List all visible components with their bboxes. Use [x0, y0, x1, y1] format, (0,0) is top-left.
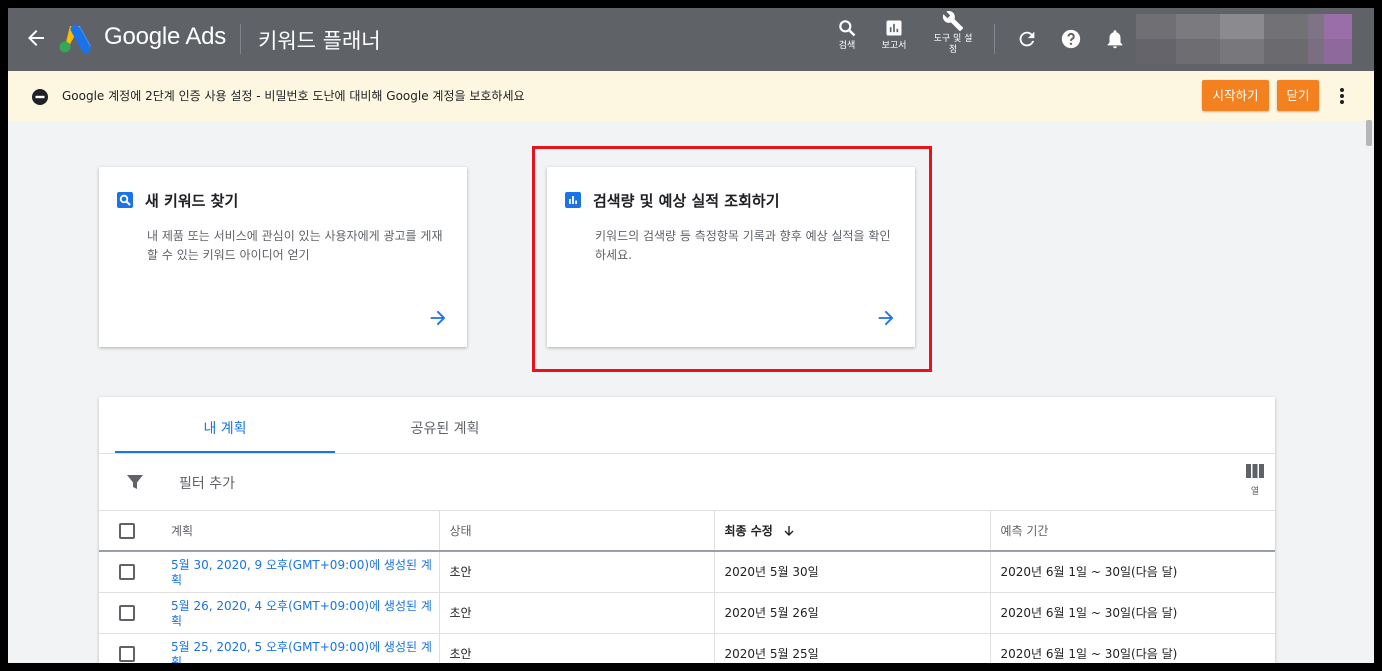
column-header-forecast-period[interactable]: 예측 기간 — [989, 511, 1275, 552]
reports-icon — [886, 20, 902, 36]
header-separator — [994, 24, 995, 54]
filter-icon[interactable] — [126, 473, 144, 491]
plan-name-link[interactable]: 5월 26, 2020, 4 오후(GMT+09:00)에 생성된 계획 — [171, 592, 439, 634]
columns-label: 열 — [1250, 487, 1260, 497]
google-ads-logo — [59, 24, 91, 54]
search-volume-forecast-card[interactable]: 검색량 및 예상 실적 조회하기 키워드의 검색량 등 측정항목 기록과 향후 … — [547, 167, 915, 347]
arrow-forward-icon[interactable] — [427, 307, 449, 329]
columns-button[interactable]: 열 — [1237, 463, 1273, 503]
header-divider — [240, 24, 241, 54]
table-row[interactable]: 5월 30, 2020, 9 오후(GMT+09:00)에 생성된 계획 초안 … — [99, 551, 1275, 593]
plan-forecast-period: 2020년 6월 1일 ~ 30일(다음 달) — [989, 592, 1275, 634]
column-header-label: 최종 수정 — [724, 524, 773, 538]
arrow-forward-icon[interactable] — [875, 307, 897, 329]
help-icon[interactable] — [1060, 28, 1082, 50]
add-filter-button[interactable]: 필터 추가 — [179, 473, 235, 493]
reports-button-label: 보고서 — [881, 41, 907, 51]
row-checkbox[interactable] — [119, 563, 135, 580]
card-title: 새 키워드 찾기 — [145, 192, 239, 210]
page-title: 키워드 플래너 — [258, 29, 381, 53]
start-button[interactable]: 시작하기 — [1202, 80, 1269, 111]
select-all-cell — [99, 511, 171, 552]
tools-settings-button[interactable]: 도구 및 설정 — [925, 10, 981, 56]
column-header-last-modified[interactable]: 최종 수정 — [713, 511, 990, 552]
bar-chart-icon — [565, 192, 581, 208]
plan-last-modified: 2020년 5월 30일 — [713, 551, 990, 593]
find-keywords-card[interactable]: 새 키워드 찾기 내 제품 또는 서비스에 관심이 있는 사용자에게 광고를 게… — [99, 167, 467, 347]
reports-button[interactable]: 보고서 — [874, 18, 914, 52]
blocked-icon — [32, 89, 48, 105]
app-window: Google Ads 키워드 플래너 검색 보고서 도구 및 설정 Google… — [8, 8, 1374, 663]
account-info-blurred[interactable] — [1136, 14, 1352, 64]
tools-settings-label: 도구 및 설정 — [933, 34, 973, 55]
plan-name-link[interactable]: 5월 30, 2020, 9 오후(GMT+09:00)에 생성된 계획 — [171, 551, 439, 593]
tab-shared-plans[interactable]: 공유된 계획 — [335, 397, 555, 453]
card-description: 키워드의 검색량 등 측정항목 기록과 향후 예상 실적을 확인하세요. — [595, 229, 891, 262]
table-row[interactable]: 5월 26, 2020, 4 오후(GMT+09:00)에 생성된 계획 초안 … — [99, 592, 1275, 634]
plan-status: 초안 — [438, 551, 714, 593]
top-app-bar: Google Ads 키워드 플래너 검색 보고서 도구 및 설정 — [8, 8, 1374, 71]
plan-forecast-period: 2020년 6월 1일 ~ 30일(다음 달) — [989, 551, 1275, 593]
row-checkbox[interactable] — [119, 604, 135, 621]
notifications-bell-icon[interactable] — [1104, 28, 1126, 50]
brand-name: Google Ads — [104, 23, 227, 50]
search-button-label: 검색 — [838, 41, 856, 51]
tab-divider — [99, 453, 1275, 454]
select-all-checkbox[interactable] — [119, 522, 135, 539]
scrollbar-thumb[interactable] — [1366, 120, 1372, 146]
more-vert-icon[interactable] — [1334, 86, 1350, 106]
back-arrow-icon[interactable] — [24, 26, 48, 50]
plans-panel: 내 계획 공유된 계획 필터 추가 열 계획 상태 최종 수정 예측 기간 5월… — [99, 397, 1275, 663]
column-header-plan[interactable]: 계획 — [171, 511, 439, 552]
card-description: 내 제품 또는 서비스에 관심이 있는 사용자에게 광고를 게재할 수 있는 키… — [147, 229, 443, 262]
plan-last-modified: 2020년 5월 25일 — [713, 633, 990, 663]
column-header-status[interactable]: 상태 — [438, 511, 714, 552]
security-banner: Google 계정에 2단계 인증 사용 설정 - 비밀번호 도난에 대비해 G… — [8, 71, 1374, 121]
wrench-icon — [942, 11, 964, 32]
tab-my-plans[interactable]: 내 계획 — [115, 397, 335, 453]
plans-table: 계획 상태 최종 수정 예측 기간 5월 30, 2020, 9 오후(GMT+… — [99, 511, 1275, 663]
search-icon — [839, 20, 856, 37]
plan-status: 초안 — [438, 592, 714, 634]
row-checkbox[interactable] — [119, 645, 135, 662]
plan-last-modified: 2020년 5월 26일 — [713, 592, 990, 634]
dismiss-button[interactable]: 닫기 — [1277, 80, 1319, 111]
search-button[interactable]: 검색 — [830, 18, 864, 52]
plan-name-link[interactable]: 5월 25, 2020, 5 오후(GMT+09:00)에 생성된 계획 — [171, 633, 439, 663]
card-title: 검색량 및 예상 실적 조회하기 — [593, 192, 780, 210]
table-row[interactable]: 5월 25, 2020, 5 오후(GMT+09:00)에 생성된 계획 초안 … — [99, 633, 1275, 663]
plan-status: 초안 — [438, 633, 714, 663]
table-header-row: 계획 상태 최종 수정 예측 기간 — [99, 511, 1275, 552]
refresh-icon[interactable] — [1016, 28, 1038, 50]
search-icon — [117, 192, 133, 208]
columns-icon — [1246, 464, 1264, 478]
plan-forecast-period: 2020년 6월 1일 ~ 30일(다음 달) — [989, 633, 1275, 663]
banner-message: Google 계정에 2단계 인증 사용 설정 - 비밀번호 도난에 대비해 G… — [62, 89, 525, 103]
sort-descending-icon — [784, 526, 794, 536]
